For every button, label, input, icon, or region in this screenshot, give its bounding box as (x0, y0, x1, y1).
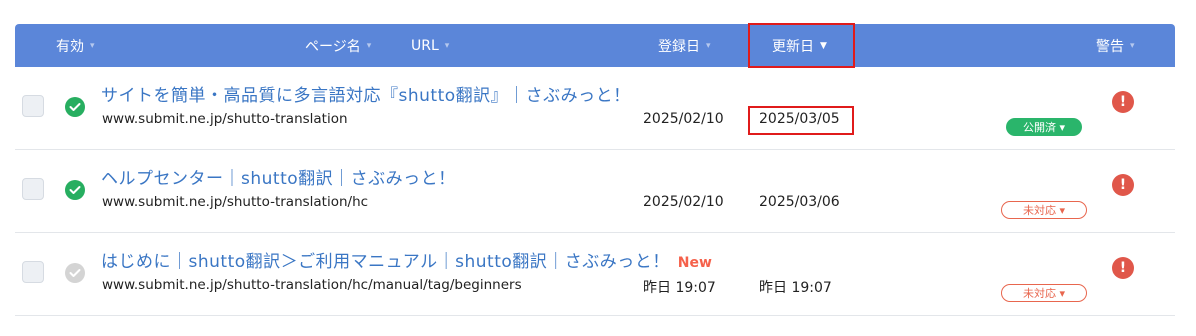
updated-date: 2025/03/06 (759, 194, 840, 210)
new-label: New (677, 255, 712, 271)
page-url: www.submit.ne.jp/shutto-translation/hc/m… (102, 277, 522, 293)
header-url[interactable]: URL ▾ (411, 24, 449, 67)
registered-date: 昨日 19:07 (643, 280, 716, 296)
header-page-name[interactable]: ページ名 ▾ (305, 24, 371, 67)
warning-icon[interactable]: ! (1112, 91, 1134, 113)
check-circle-icon (65, 180, 85, 200)
page-url: www.submit.ne.jp/shutto-translation/hc (102, 194, 369, 210)
check-circle-icon (65, 263, 85, 283)
sort-caret-icon: ▾ (444, 40, 450, 51)
page-title-text: サイトを簡単・高品質に多言語対応『shutto翻訳』｜さぶみっと！ (101, 86, 631, 106)
registered-date: 2025/02/10 (643, 194, 724, 210)
highlight-box-updated-header (748, 23, 855, 68)
registered-date: 2025/02/10 (643, 111, 724, 127)
header-warning[interactable]: 警告 ▾ (1096, 24, 1135, 67)
header-warning-label: 警告 (1096, 38, 1124, 55)
warning-icon[interactable]: ! (1112, 257, 1134, 279)
table-header: 有効 ▾ ページ名 ▾ URL ▾ 登録日 ▾ 更新日 ▼ 警告 ▾ (15, 23, 1175, 68)
page-title-link[interactable]: はじめに｜shutto翻訳＞ご利用マニュアル｜shutto翻訳｜さぶみっと！ Ne… (101, 247, 712, 272)
sort-caret-icon: ▾ (706, 40, 711, 51)
table-row: ヘルプセンター｜shutto翻訳｜さぶみっと！ www.submit.ne.jp… (15, 150, 1175, 233)
header-enabled-label: 有効 (56, 38, 84, 55)
sort-caret-icon: ▾ (366, 40, 372, 51)
header-registered[interactable]: 登録日 ▾ (658, 24, 711, 67)
status-badge-published[interactable]: 公開済 ▾ (1006, 118, 1082, 136)
page-url: www.submit.ne.jp/shutto-translation (102, 111, 348, 127)
page-title-link[interactable]: サイトを簡単・高品質に多言語対応『shutto翻訳』｜さぶみっと！ (101, 81, 639, 106)
row-checkbox[interactable] (22, 261, 44, 283)
table-row: はじめに｜shutto翻訳＞ご利用マニュアル｜shutto翻訳｜さぶみっと！ Ne… (15, 233, 1175, 316)
row-checkbox[interactable] (22, 95, 44, 117)
sort-caret-icon: ▾ (1130, 40, 1135, 51)
highlight-box-updated-date (748, 106, 854, 135)
page-title-text: はじめに｜shutto翻訳＞ご利用マニュアル｜shutto翻訳｜さぶみっと！ (101, 252, 670, 272)
status-badge-unhandled[interactable]: 未対応 ▾ (1001, 284, 1087, 302)
pages-table: 有効 ▾ ページ名 ▾ URL ▾ 登録日 ▾ 更新日 ▼ 警告 ▾ サイトを簡… (15, 23, 1175, 316)
page-title-text: ヘルプセンター｜shutto翻訳｜さぶみっと！ (101, 169, 456, 189)
header-url-label: URL (411, 37, 439, 54)
warning-icon[interactable]: ! (1112, 174, 1134, 196)
header-enabled[interactable]: 有効 ▾ (56, 24, 95, 67)
page-title-link[interactable]: ヘルプセンター｜shutto翻訳｜さぶみっと！ (101, 164, 464, 189)
check-circle-icon (65, 97, 85, 117)
row-checkbox[interactable] (22, 178, 44, 200)
table-row: サイトを簡単・高品質に多言語対応『shutto翻訳』｜さぶみっと！ www.su… (15, 67, 1175, 150)
header-page-name-label: ページ名 (305, 38, 361, 55)
updated-date: 昨日 19:07 (759, 280, 832, 296)
sort-caret-icon: ▾ (90, 40, 95, 51)
status-badge-unhandled[interactable]: 未対応 ▾ (1001, 201, 1087, 219)
header-registered-label: 登録日 (658, 38, 700, 55)
